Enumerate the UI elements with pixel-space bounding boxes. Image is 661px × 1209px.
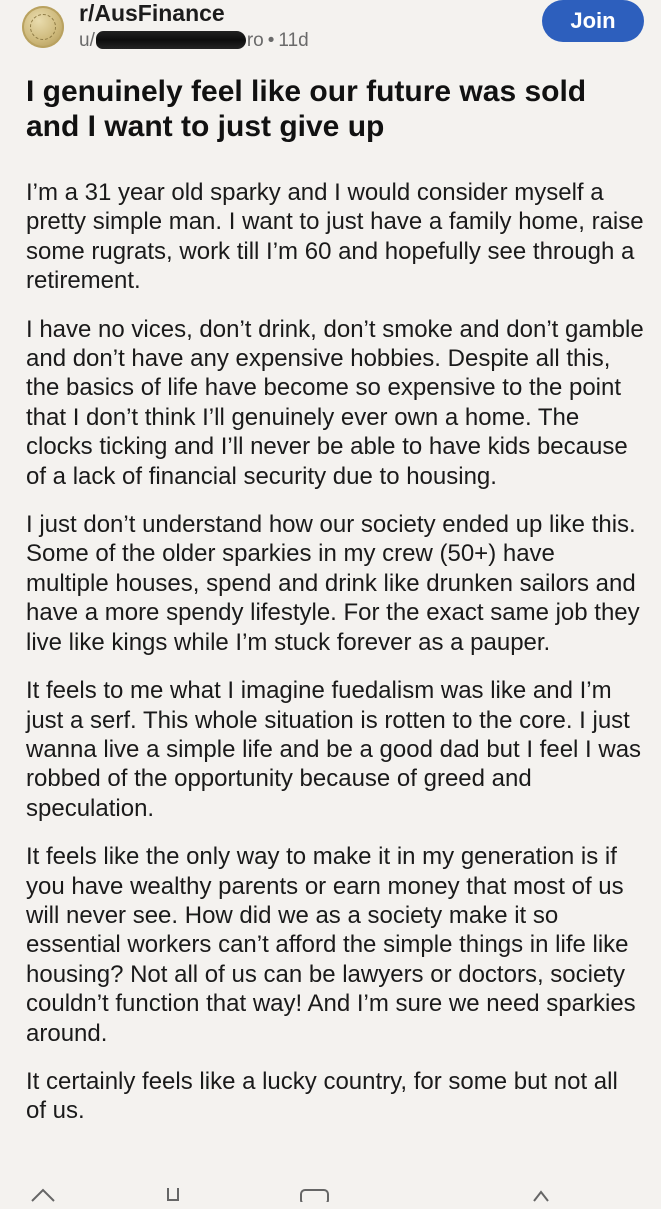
share-icon[interactable]: [530, 1188, 552, 1209]
post-time: 11d: [278, 30, 309, 51]
post-paragraph: I’m a 31 year old sparky and I would con…: [26, 179, 644, 295]
post-paragraph: It feels like the only way to make it in…: [26, 843, 636, 1047]
downvote-icon[interactable]: [166, 1188, 180, 1209]
subreddit-avatar[interactable]: [22, 6, 64, 48]
post-meta: u/ro • 11d: [79, 30, 309, 52]
post-paragraph: It feels to me what I imagine fuedalism …: [26, 677, 642, 822]
post-paragraph: I just don’t understand how our society …: [26, 511, 640, 656]
join-button[interactable]: Join: [542, 0, 644, 42]
redaction-scribble: [95, 31, 246, 49]
post-body: I’m a 31 year old sparky and I would con…: [26, 178, 644, 1145]
username-tail[interactable]: ro: [247, 30, 264, 51]
username-prefix[interactable]: u/: [79, 30, 95, 51]
comment-icon[interactable]: [300, 1188, 330, 1209]
upvote-icon[interactable]: [30, 1188, 56, 1209]
meta-separator: •: [267, 30, 275, 51]
post-header: r/AusFinance u/ro • 11d Join: [0, 0, 661, 70]
subreddit-name[interactable]: r/AusFinance: [79, 0, 225, 27]
post-paragraph: It certainly feels like a lucky country,…: [26, 1067, 618, 1125]
action-bar: [0, 1180, 661, 1205]
post-paragraph: I have no vices, don’t drink, don’t smok…: [26, 315, 644, 490]
post-title: I genuinely feel like our future was sol…: [26, 75, 587, 143]
